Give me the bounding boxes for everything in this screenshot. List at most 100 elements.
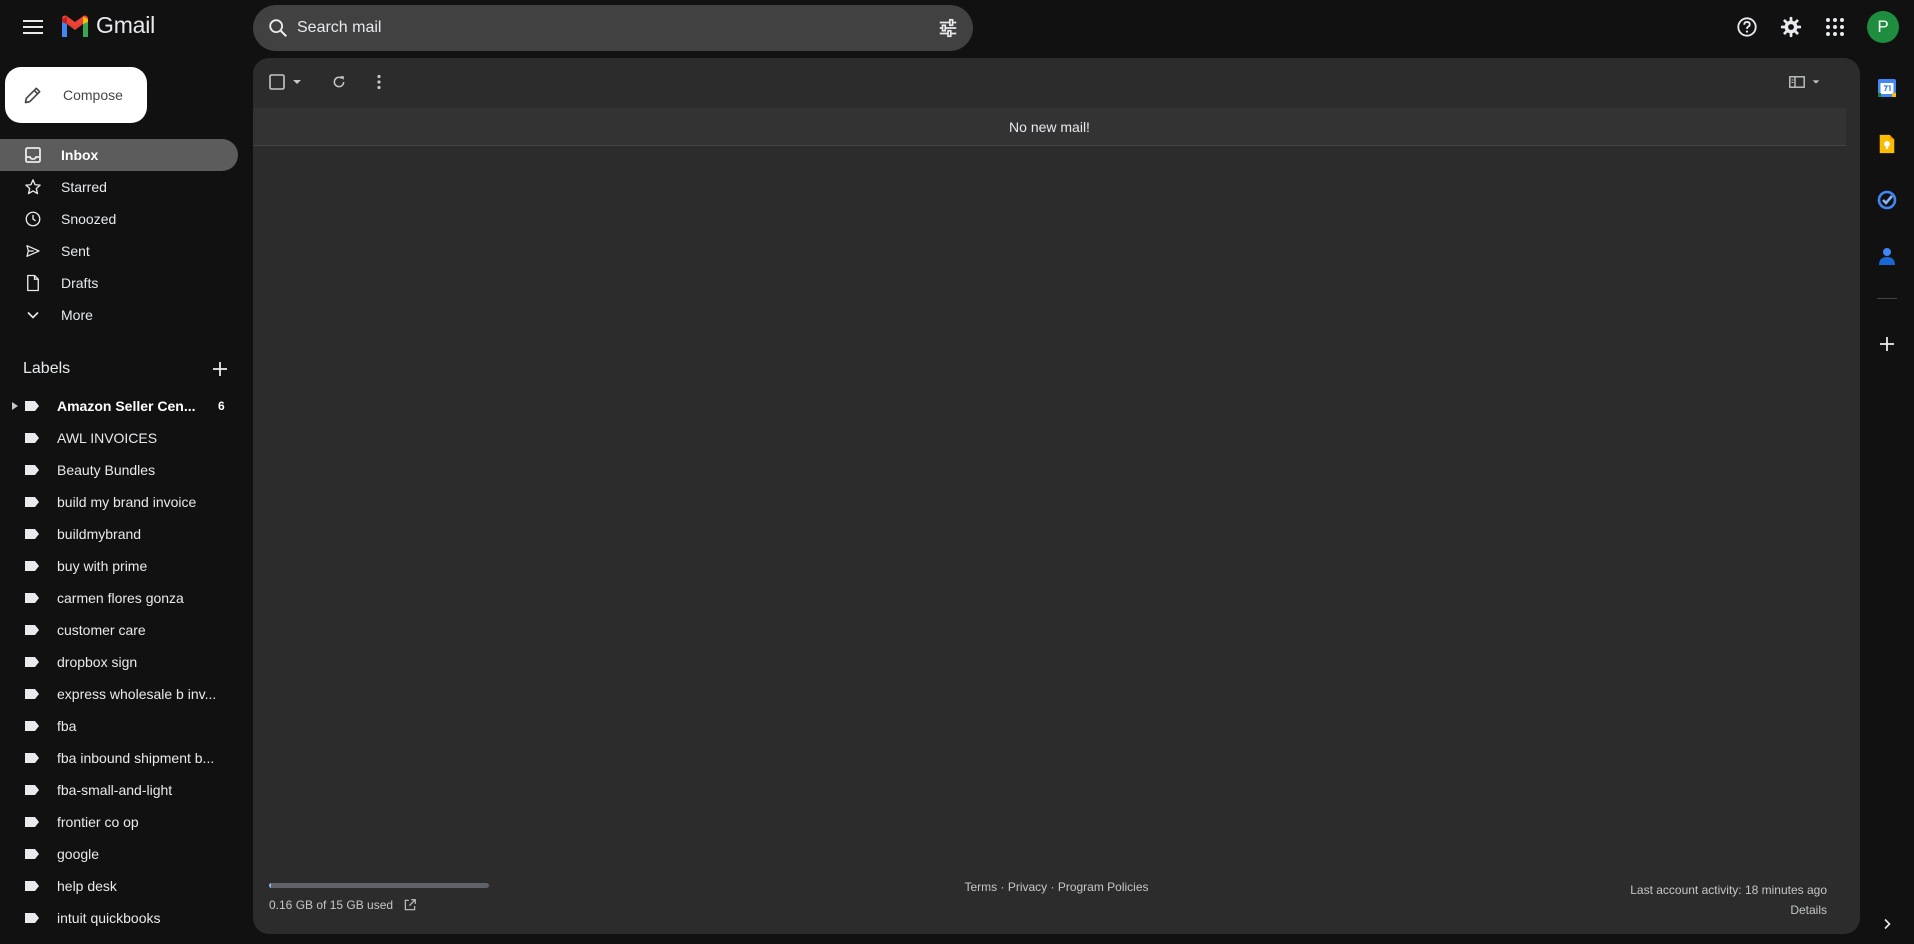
nav-label-starred: Starred <box>61 179 107 195</box>
show-side-panel-button[interactable] <box>1877 914 1897 934</box>
label-tag-icon <box>25 497 39 507</box>
search-input[interactable] <box>297 5 897 51</box>
label-item[interactable]: buildmybrand <box>0 518 238 550</box>
account-activity: Last account activity: 18 minutes ago De… <box>1630 880 1827 920</box>
storage-info: 0.16 GB of 15 GB used <box>269 883 489 912</box>
label-tag-icon <box>25 625 39 635</box>
privacy-link[interactable]: Privacy <box>1008 880 1047 894</box>
nav-item-more[interactable]: More <box>0 299 238 331</box>
label-item[interactable]: frontier co op <box>0 806 238 838</box>
label-name: help desk <box>57 878 117 894</box>
contacts-icon <box>1879 248 1895 265</box>
avatar-letter: P <box>1877 17 1889 36</box>
program-policies-link[interactable]: Program Policies <box>1058 880 1149 894</box>
label-item[interactable]: carmen flores gonza <box>0 582 238 614</box>
label-item[interactable]: dropbox sign <box>0 646 238 678</box>
label-name: dropbox sign <box>57 654 138 670</box>
label-tag-icon <box>25 785 39 795</box>
label-tag-icon <box>25 753 39 763</box>
more-vert-icon <box>377 74 381 90</box>
label-item[interactable]: build my brand invoice <box>0 486 238 518</box>
side-panel-rail <box>1860 54 1914 944</box>
label-item[interactable]: Amazon Seller Cen... 6 <box>0 390 238 422</box>
split-pane-icon <box>1789 76 1805 88</box>
help-icon <box>1737 17 1757 37</box>
label-item[interactable]: google <box>0 838 238 870</box>
storage-text: 0.16 GB of 15 GB used <box>269 898 394 912</box>
label-tag-icon <box>25 881 39 891</box>
nav-label-drafts: Drafts <box>61 275 99 291</box>
activity-details-link[interactable]: Details <box>1630 900 1827 920</box>
compose-button[interactable]: Compose <box>5 67 147 123</box>
storage-bar <box>269 883 489 888</box>
support-button[interactable] <box>1731 11 1763 43</box>
gmail-logo[interactable]: Gmail <box>60 12 155 39</box>
split-pane-toggle[interactable] <box>1785 68 1825 96</box>
label-name: frontier co op <box>57 814 139 830</box>
label-name: buildmybrand <box>57 526 142 542</box>
checkbox-icon <box>269 74 285 90</box>
create-label-button[interactable] <box>212 361 228 377</box>
search-icon[interactable] <box>267 17 289 39</box>
nav-item-inbox[interactable]: Inbox <box>0 139 238 171</box>
label-name: fba-small-and-light <box>57 782 173 798</box>
label-name: AWL INVOICES <box>57 430 158 446</box>
label-item[interactable]: help desk <box>0 870 238 902</box>
manage-storage-link[interactable] <box>403 898 417 912</box>
label-item[interactable]: AWL INVOICES <box>0 422 238 454</box>
label-item[interactable]: Beauty Bundles <box>0 454 238 486</box>
keep-app-button[interactable] <box>1877 134 1897 154</box>
calendar-icon <box>1878 79 1896 97</box>
plus-icon <box>213 362 227 376</box>
settings-button[interactable] <box>1775 11 1807 43</box>
mailbox-nav: Inbox Starred Snoozed Sent Drafts More <box>0 139 238 331</box>
account-avatar[interactable]: P <box>1867 11 1899 43</box>
contacts-app-button[interactable] <box>1877 246 1897 266</box>
calendar-app-button[interactable] <box>1877 78 1897 98</box>
label-item[interactable]: fba <box>0 710 238 742</box>
empty-inbox-message: No new mail! <box>253 108 1846 146</box>
terms-link[interactable]: Terms <box>964 880 997 894</box>
label-name: fba <box>57 718 77 734</box>
chevron-right-icon <box>1884 918 1891 930</box>
nav-item-snoozed[interactable]: Snoozed <box>0 203 238 235</box>
label-item[interactable]: express wholesale b inv... <box>0 678 238 710</box>
label-tag-icon <box>25 593 39 603</box>
label-item[interactable]: buy with prime <box>0 550 238 582</box>
draft-icon <box>27 274 39 292</box>
expand-arrow-icon[interactable] <box>12 402 18 410</box>
get-addons-button[interactable] <box>1877 334 1897 354</box>
main-menu-button[interactable] <box>17 11 49 43</box>
tasks-icon <box>1877 190 1897 210</box>
google-apps-button[interactable] <box>1819 11 1851 43</box>
labels-header: Labels <box>23 355 228 383</box>
label-tag-icon <box>25 465 39 475</box>
gmail-m-icon <box>62 15 88 37</box>
search-options-icon[interactable] <box>937 17 959 39</box>
label-item[interactable]: fba inbound shipment b... <box>0 742 238 774</box>
main-panel: No new mail! 0.16 GB of 15 GB used Terms… <box>253 58 1860 934</box>
refresh-button[interactable] <box>325 68 353 96</box>
select-all-checkbox[interactable] <box>267 68 305 96</box>
label-name: build my brand invoice <box>57 494 197 510</box>
label-tag-icon <box>25 561 39 571</box>
nav-label-sent: Sent <box>61 243 90 259</box>
label-item[interactable]: customer care <box>0 614 238 646</box>
more-actions-button[interactable] <box>365 68 393 96</box>
label-item[interactable]: fba-small-and-light <box>0 774 238 806</box>
nav-item-starred[interactable]: Starred <box>0 171 238 203</box>
plus-icon <box>1880 337 1894 351</box>
label-item[interactable]: intuit quickbooks <box>0 902 238 934</box>
compose-label: Compose <box>63 87 123 103</box>
tasks-app-button[interactable] <box>1877 190 1897 210</box>
star-icon <box>25 179 41 195</box>
rail-divider <box>1877 298 1897 299</box>
storage-bar-fill <box>269 883 272 888</box>
nav-item-drafts[interactable]: Drafts <box>0 267 238 299</box>
search-bar[interactable] <box>253 5 973 51</box>
label-name: buy with prime <box>57 558 148 574</box>
open-in-new-icon <box>404 899 416 911</box>
label-name: customer care <box>57 622 146 638</box>
label-name: Beauty Bundles <box>57 462 156 478</box>
nav-item-sent[interactable]: Sent <box>0 235 238 267</box>
